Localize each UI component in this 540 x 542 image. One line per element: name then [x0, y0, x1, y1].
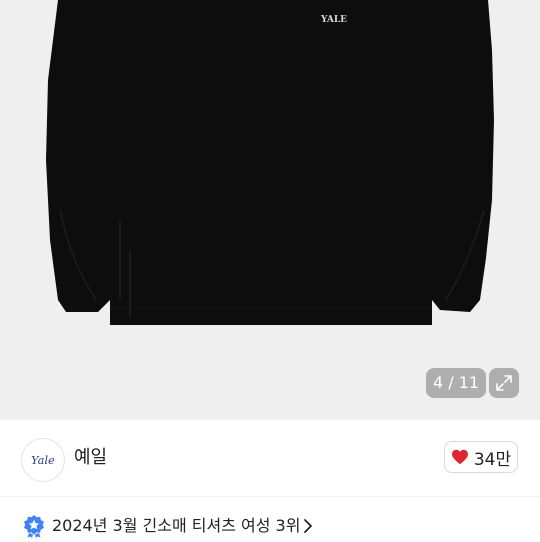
ranking-badge-icon	[24, 515, 44, 538]
product-image-gallery[interactable]: YALE 4 / 11	[0, 0, 540, 420]
image-page-counter: 4 / 11	[426, 368, 486, 398]
like-button[interactable]: 34만	[444, 441, 518, 473]
seller-row: Yale 예일 34만	[0, 420, 540, 496]
brand-name[interactable]: 예일	[74, 444, 107, 472]
brand-logo[interactable]: Yale	[21, 438, 65, 482]
section-divider	[0, 496, 540, 497]
ranking-text: 2024년 3월 긴소매 티셔츠 여성 3위	[52, 516, 301, 535]
product-image: YALE	[46, 0, 494, 325]
expand-icon	[496, 375, 512, 391]
chevron-right-icon	[304, 519, 312, 533]
brand-logo-text: Yale	[31, 453, 55, 467]
garment-print-text: YALE	[320, 15, 347, 25]
expand-image-button[interactable]	[489, 368, 519, 398]
like-count: 34만	[473, 449, 512, 470]
ranking-row[interactable]: 2024년 3월 긴소매 티셔츠 여성 3위	[0, 510, 540, 542]
heart-icon	[451, 449, 468, 465]
